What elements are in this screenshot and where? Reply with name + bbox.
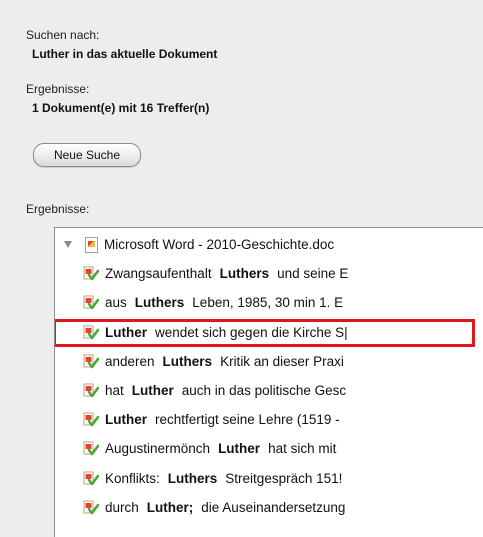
tree-hit-row[interactable]: Zwangsaufenthalt Luthers und seine E	[55, 260, 483, 288]
hit-context: Luther wendet sich gegen die Kirche S|	[105, 319, 348, 347]
new-search-button[interactable]: Neue Suche	[33, 143, 141, 167]
disclosure-triangle-icon[interactable]	[64, 241, 72, 248]
hit-context-before: anderen	[105, 353, 155, 369]
search-hit-icon	[83, 383, 99, 398]
hit-term: Luthers	[134, 295, 185, 311]
hit-context-after: die Auseinandersetzung	[201, 499, 346, 515]
hit-context: anderen Luthers Kritik an dieser Praxi	[105, 348, 344, 376]
hit-term: Luther	[131, 383, 174, 398]
hit-context-after: und seine E	[277, 266, 349, 282]
hit-context-after: wendet sich gegen die Kirche S|	[155, 324, 348, 340]
hit-context-before: Augustinermönch	[105, 441, 211, 457]
search-hit-icon	[83, 412, 99, 427]
hit-term: Luther	[105, 412, 147, 428]
results-summary-value: 1 Dokument(e) mit 16 Treffer(n)	[32, 101, 210, 115]
hit-term: Luthers	[167, 470, 218, 486]
search-hit-icon	[83, 500, 99, 515]
hit-context: durch Luther; die Auseinandersetzung	[105, 494, 345, 522]
word-document-icon	[85, 237, 98, 253]
search-for-label: Suchen nach:	[26, 28, 100, 42]
search-hit-icon	[83, 471, 99, 485]
results-list-label: Ergebnisse:	[26, 202, 90, 216]
search-hit-icon	[83, 441, 99, 456]
tree-hit-row[interactable]: Luther wendet sich gegen die Kirche S|	[55, 318, 483, 347]
tree-document-row[interactable]: Microsoft Word - 2010-Geschichte.doc	[55, 231, 483, 259]
hit-context: Konflikts: Luthers Streitgespräch 151!	[105, 465, 342, 493]
search-query: Luther in das aktuelle Dokument	[32, 47, 218, 61]
hit-context-before: Konflikts:	[105, 470, 160, 486]
hit-context: hat Luther auch in das politische Gesc	[105, 377, 346, 405]
search-hit-icon	[83, 354, 99, 369]
tree-hit-row[interactable]: anderen Luthers Kritik an dieser Praxi	[55, 348, 483, 376]
search-hit-icon	[83, 266, 99, 281]
hit-context-before: durch	[105, 499, 139, 515]
hit-context-after: Streitgespräch 151!	[225, 470, 343, 486]
hit-context-after: hat sich mit	[268, 441, 337, 457]
hit-term: Luther	[105, 324, 147, 340]
tree-hit-row[interactable]: Konflikts: Luthers Streitgespräch 151!	[55, 465, 483, 493]
tree-hit-row[interactable]: aus Luthers Leben, 1985, 30 min 1. E	[55, 289, 483, 317]
tree-hit-row[interactable]: Augustinermönch Luther hat sich mit	[55, 435, 483, 463]
hit-context: Zwangsaufenthalt Luthers und seine E	[105, 260, 348, 288]
hit-context-before: hat	[105, 383, 124, 398]
results-summary-label: Ergebnisse:	[26, 82, 90, 96]
search-hit-icon	[83, 295, 99, 310]
results-tree[interactable]: Microsoft Word - 2010-Geschichte.doc Zwa…	[54, 227, 483, 537]
hit-context-after: rechtfertigt seine Lehre (1519 -	[155, 412, 340, 428]
hit-term: Luther;	[146, 499, 194, 515]
hit-term: Luthers	[219, 266, 270, 282]
hit-context-after: Leben, 1985, 30 min 1. E	[192, 295, 344, 311]
document-title: Microsoft Word - 2010-Geschichte.doc	[104, 237, 335, 252]
hit-context-before: aus	[105, 295, 127, 311]
hit-context-after: Kritik an dieser Praxi	[220, 353, 344, 369]
hit-context: Luther rechtfertigt seine Lehre (1519 -	[105, 406, 340, 434]
hit-context-after: auch in das politische Gesc	[181, 383, 347, 398]
hit-context-before: Zwangsaufenthalt	[105, 266, 212, 282]
hit-context: Augustinermönch Luther hat sich mit	[105, 435, 336, 463]
tree-hit-row[interactable]: Luther rechtfertigt seine Lehre (1519 -	[55, 406, 483, 434]
hit-context: aus Luthers Leben, 1985, 30 min 1. E	[105, 289, 343, 317]
hit-term: Luther	[218, 441, 261, 457]
tree-hit-row[interactable]: hat Luther auch in das politische Gesc	[55, 377, 483, 405]
search-hit-icon	[83, 325, 99, 339]
hit-term: Luthers	[162, 353, 213, 369]
tree-hit-row[interactable]: durch Luther; die Auseinandersetzung	[55, 494, 483, 522]
search-results-panel: Suchen nach: Luther in das aktuelle Doku…	[0, 0, 483, 537]
